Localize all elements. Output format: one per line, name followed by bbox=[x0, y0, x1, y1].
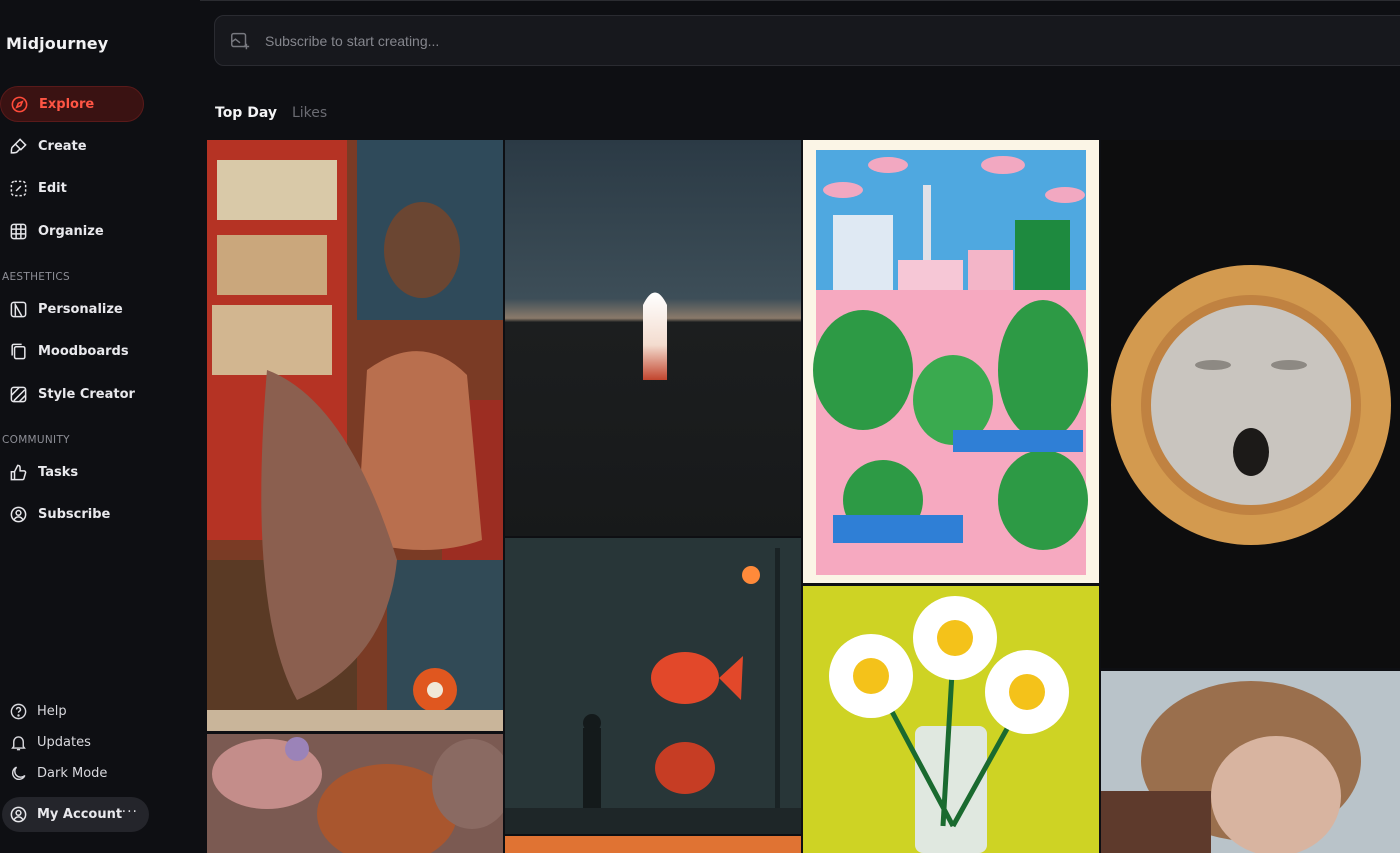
gallery-image-teapots[interactable] bbox=[207, 734, 503, 853]
sidebar-item-updates[interactable]: Updates bbox=[0, 728, 91, 756]
compass-icon bbox=[9, 94, 29, 114]
gallery-image-sun-face[interactable] bbox=[1101, 140, 1400, 668]
sidebar-item-label: Style Creator bbox=[38, 386, 135, 402]
more-options-icon[interactable]: ··· bbox=[122, 804, 138, 820]
prompt-bar[interactable] bbox=[214, 15, 1400, 66]
sidebar-item-edit[interactable]: Edit bbox=[0, 170, 67, 206]
sidebar-item-style-creator[interactable]: Style Creator bbox=[0, 376, 135, 412]
prompt-input[interactable] bbox=[265, 32, 1065, 49]
image-add-icon[interactable] bbox=[229, 30, 251, 52]
account-label: My Account bbox=[37, 807, 123, 822]
feed-tabs: Top Day Likes bbox=[215, 105, 327, 121]
sidebar-item-dark-mode[interactable]: Dark Mode bbox=[0, 759, 107, 787]
sidebar-item-personalize[interactable]: Personalize bbox=[0, 291, 123, 327]
user-circle-icon bbox=[8, 504, 28, 524]
sidebar-item-tasks[interactable]: Tasks bbox=[0, 454, 78, 490]
moon-icon bbox=[8, 763, 28, 783]
user-circle-icon bbox=[9, 805, 28, 824]
sidebar: Midjourney Explore Create Edit Organize … bbox=[0, 0, 200, 853]
sidebar-item-label: Organize bbox=[38, 223, 104, 239]
section-label-community: COMMUNITY bbox=[2, 434, 70, 446]
sidebar-item-label: Subscribe bbox=[38, 506, 111, 522]
gallery-image-fish-lamp[interactable] bbox=[505, 538, 801, 834]
sidebar-item-label: Edit bbox=[38, 180, 67, 196]
top-divider bbox=[200, 0, 1400, 1]
gallery-image-child-portrait[interactable] bbox=[1101, 671, 1400, 853]
sidebar-item-label: Updates bbox=[37, 734, 91, 750]
sidebar-item-help[interactable]: Help bbox=[0, 697, 67, 725]
help-icon bbox=[8, 701, 28, 721]
bell-icon bbox=[8, 732, 28, 752]
tab-top-day[interactable]: Top Day bbox=[215, 105, 277, 121]
style-creator-icon bbox=[8, 384, 28, 404]
brand-logo-text[interactable]: Midjourney bbox=[6, 34, 108, 53]
gallery-image-orange[interactable] bbox=[505, 836, 801, 853]
my-account-button[interactable]: My Account ··· bbox=[2, 797, 149, 832]
sidebar-item-label: Create bbox=[38, 138, 87, 154]
section-label-aesthetics: AESTHETICS bbox=[2, 271, 70, 283]
grid-icon bbox=[8, 221, 28, 241]
gallery-image-daisies[interactable] bbox=[803, 586, 1099, 853]
sidebar-item-label: Help bbox=[37, 703, 67, 719]
gallery-image-woman-poster[interactable] bbox=[207, 140, 503, 731]
brush-icon bbox=[8, 136, 28, 156]
gallery-image-city-illustration[interactable] bbox=[803, 140, 1099, 583]
sidebar-item-organize[interactable]: Organize bbox=[0, 213, 104, 249]
sidebar-item-subscribe[interactable]: Subscribe bbox=[0, 496, 110, 532]
sidebar-item-create[interactable]: Create bbox=[0, 128, 87, 164]
sidebar-item-explore[interactable]: Explore bbox=[0, 86, 144, 122]
thumbs-up-icon bbox=[8, 462, 28, 482]
sidebar-item-label: Dark Mode bbox=[37, 765, 108, 781]
tab-likes[interactable]: Likes bbox=[292, 105, 327, 121]
sidebar-item-label: Personalize bbox=[38, 301, 123, 317]
sidebar-item-moodboards[interactable]: Moodboards bbox=[0, 333, 129, 369]
moodboards-icon bbox=[8, 341, 28, 361]
sidebar-item-label: Moodboards bbox=[38, 343, 129, 359]
sidebar-item-label: Tasks bbox=[38, 464, 79, 480]
sidebar-item-label: Explore bbox=[39, 96, 95, 112]
personalize-icon bbox=[8, 299, 28, 319]
edit-icon bbox=[8, 178, 28, 198]
gallery-image-glowing-figure[interactable] bbox=[505, 140, 801, 536]
